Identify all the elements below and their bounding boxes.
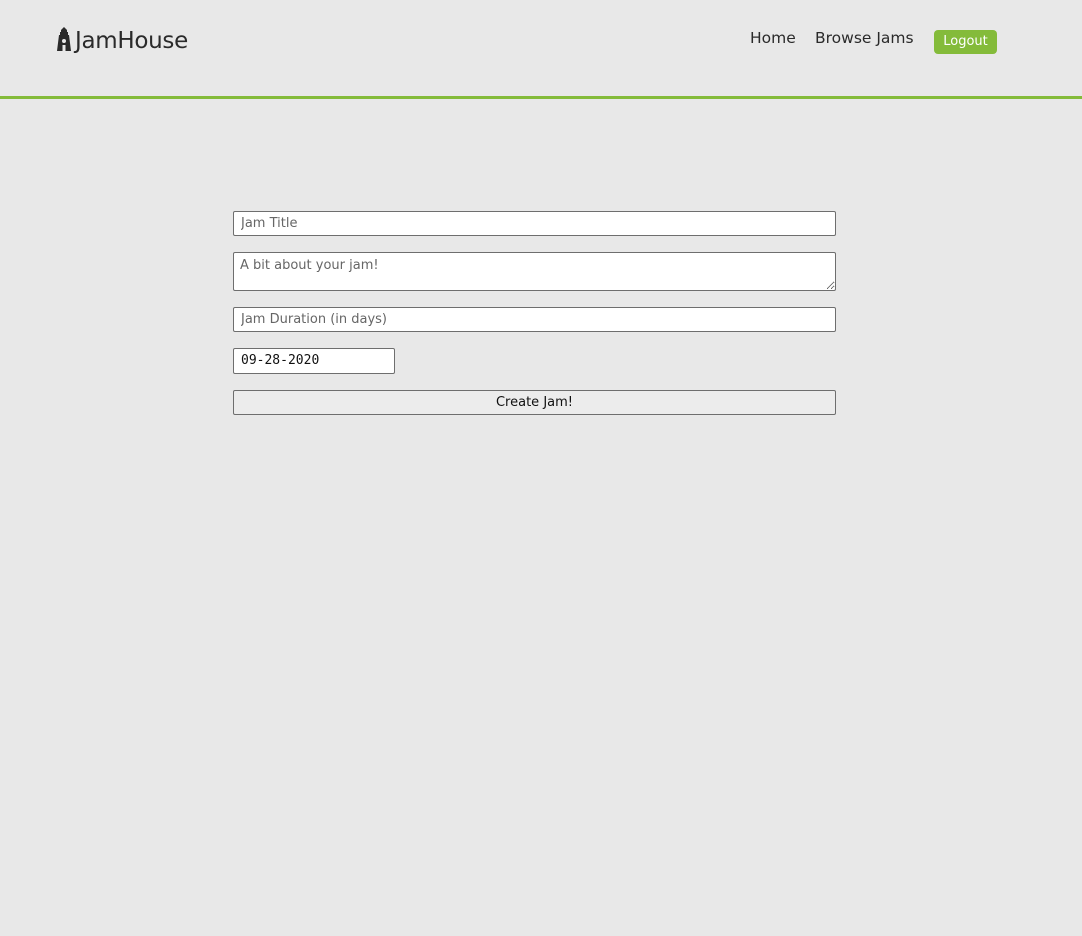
jam-title-input[interactable] [233, 211, 836, 236]
jam-start-date-input[interactable]: 09-28-2020 [233, 348, 395, 374]
brand-name: JamHouse [75, 28, 188, 54]
logout-button[interactable]: Logout [934, 30, 997, 54]
lighthouse-icon [57, 27, 71, 51]
date-value: 09-28-2020 [241, 353, 320, 368]
nav-home-link[interactable]: Home [750, 29, 796, 47]
jam-description-textarea[interactable] [233, 252, 836, 291]
brand-logo[interactable]: JamHouse [55, 24, 188, 54]
site-header: JamHouse Home Browse Jams Logout [0, 0, 1082, 99]
nav-browse-jams-link[interactable]: Browse Jams [815, 29, 914, 47]
create-jam-button[interactable]: Create Jam! [233, 390, 836, 415]
jam-duration-input[interactable] [233, 307, 836, 332]
